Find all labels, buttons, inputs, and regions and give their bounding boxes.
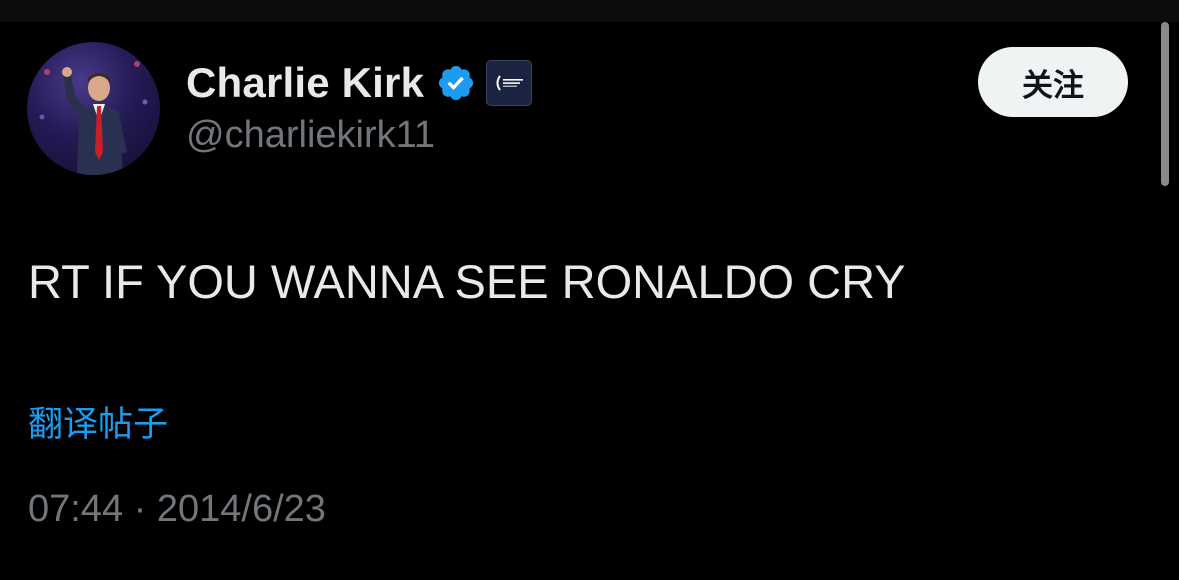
author-display-name[interactable]: Charlie Kirk: [186, 59, 424, 107]
translate-post-link[interactable]: 翻译帖子: [28, 396, 168, 447]
follow-button[interactable]: 关注: [978, 47, 1128, 117]
verified-badge-icon[interactable]: [436, 63, 476, 103]
profile-photo-icon: [39, 61, 148, 175]
top-bar: [0, 0, 1179, 22]
author-name-row: Charlie Kirk: [186, 56, 533, 110]
tweet-timestamp[interactable]: 07:44 · 2014/6/23: [28, 488, 326, 531]
author-handle[interactable]: @charliekirk11: [186, 114, 435, 157]
timestamp-separator: ·: [133, 488, 147, 530]
avatar[interactable]: [27, 42, 160, 175]
organization-badge-icon[interactable]: [486, 60, 533, 106]
scrollbar[interactable]: [1161, 22, 1169, 186]
tweet-text: RT IF YOU WANNA SEE RONALDO CRY: [28, 255, 906, 308]
tweet-date: 2014/6/23: [156, 488, 326, 530]
tweet-time: 07:44: [28, 488, 124, 530]
